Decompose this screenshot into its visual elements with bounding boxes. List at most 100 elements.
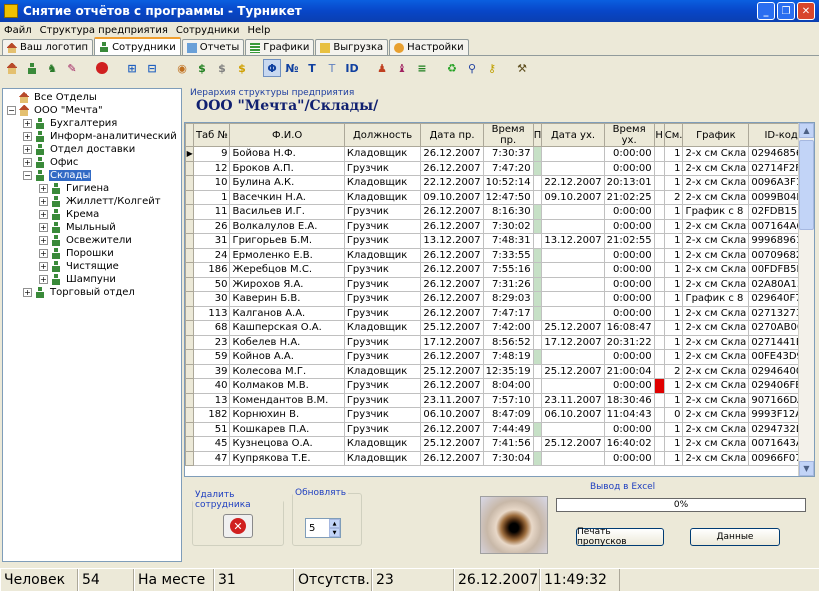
table-row[interactable]: 1 Васечкин Н.А. Кладовщик 09.10.2007 12:47:5… xyxy=(185,189,814,205)
tree-node[interactable]: + Бухгалтерия xyxy=(7,117,181,130)
table-row[interactable]: 13 Комендантов В.М. Грузчик 23.11.2007 7:57:… xyxy=(185,392,814,408)
tree-node[interactable]: − Склады xyxy=(7,169,181,182)
table-row[interactable]: ▶ 9 Бойова Н.Ф. Кладовщик 26.12.2007 7:30:37 0… xyxy=(185,146,814,162)
tree-node[interactable]: + Шампуни xyxy=(7,273,181,286)
table-row[interactable]: 47 Купрякова Т.Е. Кладовщик 26.12.2007 7:30:… xyxy=(185,450,814,466)
column-header[interactable]: График xyxy=(682,123,750,147)
table-row[interactable]: 10 Булина А.К. Кладовщик 22.12.2007 10:52:14… xyxy=(185,175,814,191)
row-indicator[interactable] xyxy=(185,407,195,423)
id-icon[interactable]: ID xyxy=(343,59,361,77)
row-indicator[interactable] xyxy=(185,378,195,394)
group-icon[interactable]: ♟ xyxy=(373,59,391,77)
table-row[interactable]: 51 Кошкарев П.А. Грузчик 26.12.2007 7:44:49 0… xyxy=(185,421,814,437)
dollar-green-icon[interactable]: $ xyxy=(193,59,211,77)
row-indicator[interactable] xyxy=(185,204,195,220)
column-header[interactable]: Время ух. xyxy=(603,123,655,147)
expand-icon[interactable]: + xyxy=(39,184,48,193)
text-bold-icon[interactable]: T xyxy=(303,59,321,77)
row-indicator[interactable] xyxy=(185,392,195,408)
list-icon[interactable]: ≡ xyxy=(413,59,431,77)
dollar-grey-icon[interactable]: $ xyxy=(213,59,231,77)
money-bag-icon[interactable]: ◉ xyxy=(173,59,191,77)
restore-button[interactable]: ❐ xyxy=(777,2,795,20)
row-indicator[interactable] xyxy=(185,349,195,365)
row-indicator[interactable] xyxy=(185,189,195,205)
tab-export[interactable]: Выгрузка xyxy=(315,39,389,55)
tools-icon[interactable]: ⚒ xyxy=(513,59,531,77)
table-row[interactable]: 39 Колесова М.Г. Кладовщик 25.12.2007 12:35:… xyxy=(185,363,814,379)
number-icon[interactable]: № xyxy=(283,59,301,77)
column-header[interactable]: Дата ух. xyxy=(541,123,605,147)
table-row[interactable]: 23 Кобелев Н.А. Грузчик 17.12.2007 8:56:52 17… xyxy=(185,334,814,350)
search-icon[interactable]: ⚲ xyxy=(463,59,481,77)
tree-node[interactable]: + Жиллетт/Колгейт xyxy=(7,195,181,208)
column-header[interactable]: Таб № xyxy=(193,123,231,147)
scroll-down-icon[interactable]: ▼ xyxy=(799,461,814,476)
text-icon[interactable]: T xyxy=(323,59,341,77)
collapse-icon[interactable]: − xyxy=(23,171,32,180)
table-row[interactable]: 45 Кузнецова О.А. Кладовщик 25.12.2007 7:41:… xyxy=(185,436,814,452)
expand-icon[interactable]: + xyxy=(39,197,48,206)
row-indicator[interactable] xyxy=(185,262,195,278)
row-indicator[interactable] xyxy=(185,436,195,452)
tree-node[interactable]: Все Отделы xyxy=(7,91,181,104)
table-row[interactable]: 12 Броков А.П. Грузчик 26.12.2007 7:47:20 0:0… xyxy=(185,160,814,176)
tree-node[interactable]: + Крема xyxy=(7,208,181,221)
row-indicator[interactable] xyxy=(185,160,195,176)
dollar-gold-icon[interactable]: $ xyxy=(233,59,251,77)
column-header[interactable]: Время пр. xyxy=(482,123,534,147)
tree-node[interactable]: + Чистящие xyxy=(7,260,181,273)
table-row[interactable]: 26 Волкалулов Е.А. Грузчик 26.12.2007 7:30:0… xyxy=(185,218,814,234)
tree-node[interactable]: + Торговый отдел xyxy=(7,286,181,299)
table-row[interactable]: 68 Кашперская О.А. Кладовщик 25.12.2007 7:42… xyxy=(185,320,814,336)
collapse-icon[interactable]: − xyxy=(7,106,16,115)
row-indicator[interactable] xyxy=(185,175,195,191)
table-row[interactable]: 30 Каверин Б.В. Грузчик 26.12.2007 8:29:03 0:… xyxy=(185,291,814,307)
font-icon[interactable]: Φ xyxy=(263,59,281,77)
expand-icon[interactable]: + xyxy=(39,249,48,258)
stepper-down-icon[interactable]: ▼ xyxy=(329,528,340,537)
row-indicator[interactable] xyxy=(185,218,195,234)
tab-schedules[interactable]: Графики xyxy=(245,39,315,55)
expand-icon[interactable]: + xyxy=(23,132,32,141)
scroll-up-icon[interactable]: ▲ xyxy=(799,123,814,138)
person-icon[interactable] xyxy=(23,59,41,77)
expand-icon[interactable]: + xyxy=(39,236,48,245)
row-indicator[interactable] xyxy=(185,305,195,321)
move-department-icon[interactable]: ⊟ xyxy=(143,59,161,77)
expand-icon[interactable]: + xyxy=(39,262,48,271)
tab-reports[interactable]: Отчеты xyxy=(181,39,245,55)
home-icon[interactable] xyxy=(3,59,21,77)
key-icon[interactable]: ⚷ xyxy=(483,59,501,77)
table-row[interactable]: 31 Григорьев Б.М. Грузчик 13.12.2007 7:48:31… xyxy=(185,233,814,249)
minimize-button[interactable]: _ xyxy=(757,2,775,20)
table-row[interactable]: 11 Васильев И.Г. Грузчик 26.12.2007 8:16:30 0… xyxy=(185,204,814,220)
table-row[interactable]: 40 Колмаков М.В. Грузчик 26.12.2007 8:04:00 0… xyxy=(185,378,814,394)
row-indicator[interactable] xyxy=(185,291,195,307)
expand-icon[interactable]: + xyxy=(23,145,32,154)
tab-employees[interactable]: Сотрудники xyxy=(94,37,181,55)
refresh-interval-stepper[interactable]: 5 ▲ ▼ xyxy=(305,518,341,538)
row-indicator[interactable] xyxy=(185,320,195,336)
stepper-up-icon[interactable]: ▲ xyxy=(329,519,340,528)
print-passes-button[interactable]: Печать пропусков xyxy=(576,527,664,547)
tree-node[interactable]: + Гигиена xyxy=(7,182,181,195)
menu-structure[interactable]: Структура предприятия xyxy=(40,25,168,36)
table-row[interactable]: 182 Корнюхин В. Грузчик 06.10.2007 8:47:09 06… xyxy=(185,407,814,423)
row-indicator[interactable] xyxy=(185,334,195,350)
scroll-thumb[interactable] xyxy=(799,140,814,230)
row-indicator[interactable] xyxy=(185,450,195,466)
delete-employee-button[interactable]: ✕ xyxy=(223,514,253,538)
tree-node[interactable]: + Информ-аналитический xyxy=(7,130,181,143)
expand-icon[interactable]: + xyxy=(39,210,48,219)
row-indicator[interactable] xyxy=(185,233,195,249)
expand-icon[interactable]: + xyxy=(39,223,48,232)
tab-settings[interactable]: Настройки xyxy=(389,39,469,55)
column-header[interactable]: Должность xyxy=(343,123,422,147)
row-indicator[interactable] xyxy=(185,363,195,379)
row-indicator[interactable]: ▶ xyxy=(185,146,195,162)
group-edit-icon[interactable]: ♝ xyxy=(393,59,411,77)
expand-icon[interactable]: + xyxy=(23,158,32,167)
tree-node[interactable]: + Офис xyxy=(7,156,181,169)
tree-node[interactable]: − ООО "Мечта" xyxy=(7,104,181,117)
